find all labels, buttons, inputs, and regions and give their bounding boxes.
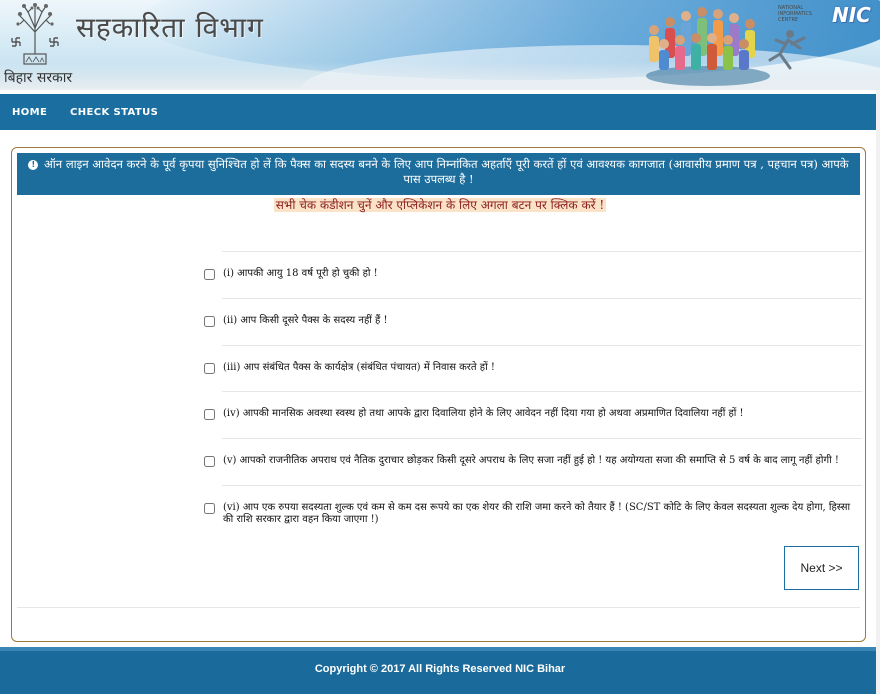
condition-text: (ii) आप किसी दूसरे पैक्स के सदस्य नहीं ह… [223, 315, 388, 326]
condition-text: (v) आपको राजनीतिक अपराध एवं नैतिक दुराचा… [223, 455, 839, 466]
state-name: बिहार सरकार [4, 70, 73, 86]
row-divider [222, 251, 862, 252]
nav-home-link[interactable]: HOME [12, 94, 47, 130]
condition-text: (iii) आप संबंधित पैक्स के कार्यक्षेत्र (… [223, 362, 495, 373]
nic-logo-icon: NIC [832, 3, 871, 27]
next-button[interactable]: Next >> [784, 546, 859, 590]
eligibility-panel [11, 147, 866, 642]
row-divider [222, 345, 862, 346]
info-alert: ! ऑन लाइन आवेदन करने के पूर्व कृपया सुनि… [17, 153, 860, 195]
header-banner: बिहार सरकार सहकारिता विभाग NATIONAL INFO… [0, 0, 880, 90]
copyright-text: Copyright © 2017 All Rights Reserved NIC… [314, 663, 566, 675]
department-title: सहकारिता विभाग [76, 11, 264, 44]
condition-text: (iv) आपकी मानसिक अवस्था स्वस्थ हो तथा आप… [223, 408, 744, 419]
row-divider [222, 438, 862, 439]
alert-text: ऑन लाइन आवेदन करने के पूर्व कृपया सुनिश्… [44, 157, 849, 186]
instruction-banner: सभी चेक कंडीशन चुनें और एप्लिकेशन के लिए… [0, 194, 880, 213]
instruction-text: सभी चेक कंडीशन चुनें और एप्लिकेशन के लिए… [273, 198, 607, 212]
nav-check-status-link[interactable]: CHECK STATUS [70, 94, 158, 130]
row-divider [222, 485, 862, 486]
page-scrollbar[interactable] [876, 90, 880, 694]
condition-checkbox-5[interactable] [204, 456, 215, 467]
footer: Copyright © 2017 All Rights Reserved NIC… [0, 651, 880, 694]
panel-divider [17, 607, 860, 608]
bihar-emblem-icon [11, 3, 59, 65]
main-navbar: HOME CHECK STATUS [0, 94, 878, 130]
nic-full-name: NATIONAL INFORMATICS CENTRE [778, 5, 813, 23]
condition-text: (vi) आप एक रुपया सदस्यता शुल्क एवं कम से… [223, 502, 851, 525]
condition-checkbox-6[interactable] [204, 503, 215, 514]
condition-text: (i) आपकी आयु 18 वर्ष पूरी हो चुकी हो ! [223, 268, 378, 279]
condition-checkbox-3[interactable] [204, 363, 215, 374]
info-circle-icon: ! [28, 160, 39, 170]
row-divider [222, 298, 862, 299]
condition-checkbox-1[interactable] [204, 269, 215, 280]
condition-checkbox-2[interactable] [204, 316, 215, 327]
row-divider [222, 391, 862, 392]
condition-checkbox-4[interactable] [204, 409, 215, 420]
